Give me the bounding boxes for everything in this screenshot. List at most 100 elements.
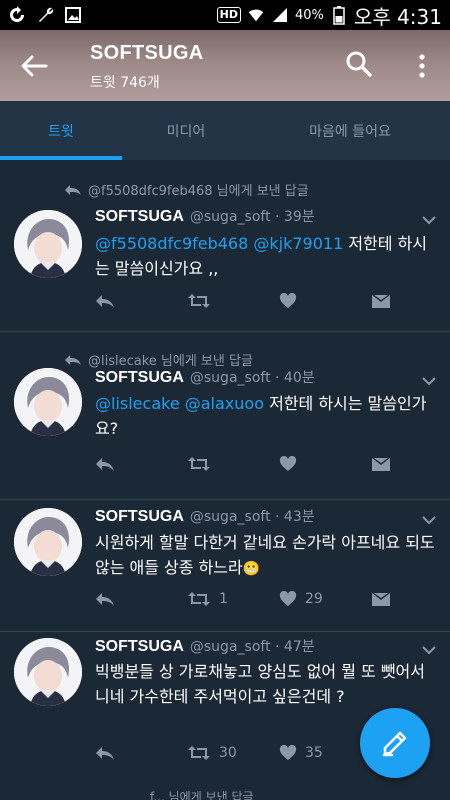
tweet-actions xyxy=(95,456,395,472)
battery-icon xyxy=(330,6,348,25)
tweet[interactable]: @lislecake 님에게 보낸 답글 SOFTSUGA @suga_soft… xyxy=(0,332,450,500)
compose-button[interactable] xyxy=(360,708,430,778)
avatar-image xyxy=(14,210,82,278)
reply-icon xyxy=(96,747,114,760)
tweet-header: SOFTSUGA @suga_soft · 47분 xyxy=(95,636,315,656)
display-name[interactable]: SOFTSUGA xyxy=(95,508,184,526)
compose-icon xyxy=(382,731,407,757)
reply-icon xyxy=(96,295,114,308)
heart-icon xyxy=(279,456,297,471)
timeline: @f5508dfc9feb468 님에게 보낸 답글 SOFTSUGA @sug… xyxy=(0,160,450,800)
tweet[interactable]: @f5508dfc9feb468 님에게 보낸 답글 SOFTSUGA @sug… xyxy=(0,160,450,332)
handle-time: @suga_soft · 39분 xyxy=(189,209,315,225)
dm-button[interactable] xyxy=(371,456,391,472)
dm-icon xyxy=(372,458,390,471)
tweet[interactable]: SOFTSUGA @suga_soft · 43분 시원하게 할말 다한거 같네… xyxy=(0,500,450,632)
retweet-button[interactable]: 1 xyxy=(187,591,279,607)
status-bar: HD 40% 오후 4:31 xyxy=(0,0,450,30)
wifi-icon xyxy=(247,6,265,24)
reply-button[interactable] xyxy=(95,293,187,309)
tweet-text: @lislecake @alaxuoo 저한테 하시는 말씀인가요? xyxy=(95,391,435,441)
next-reply-context: f... 님에게 보낸 답글 xyxy=(150,790,254,800)
heart-icon xyxy=(279,293,297,308)
reply-context-text: @f5508dfc9feb468 님에게 보낸 답글 xyxy=(88,184,309,199)
avatar[interactable] xyxy=(14,638,82,706)
retweet-count: 1 xyxy=(219,591,228,607)
tab-tweets[interactable]: 트윗 xyxy=(0,101,122,160)
retweet-button[interactable]: 30 xyxy=(187,745,279,761)
caret-down-icon[interactable] xyxy=(422,376,436,386)
tab-media[interactable]: 미디어 xyxy=(122,101,250,160)
hd-badge: HD xyxy=(216,7,242,23)
grimace-emoji: 😬 xyxy=(242,561,261,577)
sync-icon xyxy=(8,6,26,24)
retweet-icon xyxy=(188,746,210,760)
like-button[interactable] xyxy=(279,456,371,472)
like-count: 35 xyxy=(305,745,323,761)
retweet-button[interactable] xyxy=(187,293,279,309)
avatar[interactable] xyxy=(14,508,82,576)
dm-button[interactable] xyxy=(371,293,391,309)
more-vert-icon xyxy=(419,54,425,78)
more-button[interactable] xyxy=(410,52,434,80)
handle-time: @suga_soft · 47분 xyxy=(189,639,315,655)
tweet-mentions[interactable]: @f5508dfc9feb468 @kjk79011 xyxy=(95,234,343,253)
avatar-image xyxy=(14,368,82,436)
reply-icon xyxy=(96,458,114,471)
page-title: SOFTSUGA xyxy=(90,42,204,64)
image-icon xyxy=(64,6,82,24)
like-button[interactable]: 35 xyxy=(279,745,371,761)
reply-icon xyxy=(96,593,114,606)
reply-context: @f5508dfc9feb468 님에게 보낸 답글 xyxy=(64,180,309,199)
heart-icon xyxy=(279,591,297,606)
display-name[interactable]: SOFTSUGA xyxy=(95,369,184,387)
search-icon xyxy=(346,51,372,77)
like-button[interactable]: 29 xyxy=(279,591,371,607)
tweet-header: SOFTSUGA @suga_soft · 43분 xyxy=(95,506,315,526)
reply-button[interactable] xyxy=(95,591,187,607)
tweet-actions: 1 29 xyxy=(95,591,395,607)
reply-button[interactable] xyxy=(95,745,187,761)
like-button[interactable] xyxy=(279,293,371,309)
search-button[interactable] xyxy=(345,50,373,78)
tweet-count: 트윗 746개 xyxy=(90,75,160,91)
clock: 오후 4:31 xyxy=(353,4,442,29)
tweet-header: SOFTSUGA @suga_soft · 40분 xyxy=(95,367,315,387)
retweet-button[interactable] xyxy=(187,456,279,472)
tweet-text: 빅뱅분들 상 가로채놓고 양심도 없어 뭘 또 뺏어서 니네 가수한테 주서먹이… xyxy=(95,659,435,709)
tweet-mentions[interactable]: @lislecake @alaxuoo xyxy=(95,394,264,413)
tweet-text-rest: 시원하게 할말 다한거 같네요 손가락 아프네요 되도 않는 애들 상종 하느라 xyxy=(95,533,435,577)
caret-down-icon[interactable] xyxy=(422,515,436,525)
avatar[interactable] xyxy=(14,210,82,278)
caret-down-icon[interactable] xyxy=(422,645,436,655)
handle-time: @suga_soft · 43분 xyxy=(189,509,315,525)
avatar-image xyxy=(14,508,82,576)
tweet-header: SOFTSUGA @suga_soft · 39분 xyxy=(95,206,315,226)
tweet-text: 시원하게 할말 다한거 같네요 손가락 아프네요 되도 않는 애들 상종 하느라… xyxy=(95,530,435,582)
reply-context-icon xyxy=(65,184,81,195)
retweet-icon xyxy=(188,592,210,606)
back-arrow-icon xyxy=(21,55,48,77)
wrench-icon xyxy=(36,6,54,24)
like-count: 29 xyxy=(305,591,323,607)
reply-context-icon xyxy=(65,354,81,365)
profile-tabs: 트윗 미디어 마음에 들어요 xyxy=(0,101,450,160)
display-name[interactable]: SOFTSUGA xyxy=(95,638,184,656)
back-button[interactable] xyxy=(18,52,50,80)
tweet-actions: 30 35 xyxy=(95,745,395,761)
tweet-text: @f5508dfc9feb468 @kjk79011 저한테 하시는 말씀이신가… xyxy=(95,231,435,281)
dm-icon xyxy=(372,593,390,606)
dm-icon xyxy=(372,295,390,308)
caret-down-icon[interactable] xyxy=(422,215,436,225)
heart-icon xyxy=(279,745,297,760)
tweet-actions xyxy=(95,293,395,309)
display-name[interactable]: SOFTSUGA xyxy=(95,208,184,226)
signal-icon xyxy=(271,6,289,24)
battery-percent: 40% xyxy=(295,7,324,23)
dm-button[interactable] xyxy=(371,591,391,607)
avatar[interactable] xyxy=(14,368,82,436)
retweet-count: 30 xyxy=(219,745,237,761)
reply-button[interactable] xyxy=(95,456,187,472)
tab-likes[interactable]: 마음에 들어요 xyxy=(250,101,450,160)
retweet-icon xyxy=(188,457,210,471)
